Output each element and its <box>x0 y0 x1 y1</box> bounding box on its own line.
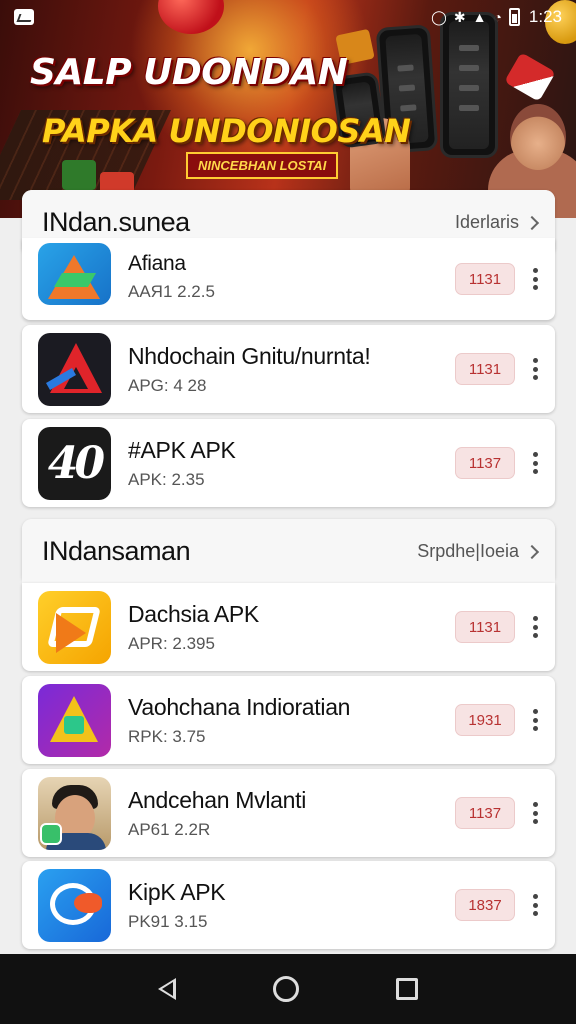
status-time: 1:23 <box>528 7 562 26</box>
app-name: Dachsia APK <box>128 600 259 627</box>
signal-icon: ▲ <box>472 9 487 25</box>
app-meta: APK: 2.35 <box>128 469 205 489</box>
see-more-link[interactable]: Srpdhe|Ioeia <box>417 541 540 562</box>
section-header-2: INdansaman Srpdhe|Ioeia <box>22 519 555 585</box>
app-meta: APG: 4 28 <box>128 375 207 395</box>
bluetooth-icon: ✱ <box>453 9 466 25</box>
chevron-right-icon <box>524 215 540 230</box>
version-badge[interactable]: 1137 <box>455 447 515 479</box>
black-40-app-icon: 40 <box>38 426 111 500</box>
blue-arrow-app-icon <box>38 243 111 305</box>
more-options-icon[interactable] <box>529 264 541 294</box>
version-badge[interactable]: 1131 <box>455 353 515 385</box>
more-options-icon[interactable] <box>529 705 541 735</box>
version-badge[interactable]: 1137 <box>455 797 515 829</box>
more-options-icon[interactable] <box>529 612 541 642</box>
see-more-label: Iderlaris <box>454 212 519 232</box>
santa-hat-decoration <box>504 52 556 102</box>
app-name: Vaohchana Indioratian <box>128 693 351 720</box>
system-nav-bar <box>0 954 576 1024</box>
yellow-app-icon <box>38 590 111 664</box>
more-options-icon[interactable] <box>529 798 541 828</box>
more-options-icon[interactable] <box>529 890 541 920</box>
wifi-icon: ◔ <box>493 9 502 25</box>
banner-subtitle: NINCEBHAN LOSTAI <box>186 152 339 179</box>
app-name: Nhdochain Gnitu/nurnta! <box>128 342 371 369</box>
banner-headline: SALP UDONDAN <box>30 52 348 93</box>
app-name: Afiana <box>128 252 186 275</box>
black-a-app-icon <box>38 332 111 406</box>
app-meta: RPK: 3.75 <box>128 726 206 746</box>
app-meta: AAЯ1 2.2.5 <box>128 282 215 301</box>
app-meta: APR: 2.395 <box>128 633 215 653</box>
status-bar: ◯ ✱ ▲ ◔ 1:23 <box>0 0 576 34</box>
app-list-item[interactable]: Nhdochain Gnitu/nurnta! APG: 4 28 1131 <box>22 325 555 413</box>
app-name: #APK APK <box>128 436 236 463</box>
person-head-illustration <box>510 104 566 170</box>
app-list-item[interactable]: Dachsia APK APR: 2.395 1131 <box>22 583 555 671</box>
section-title: INdan.sunea <box>42 207 190 237</box>
recent-apps-icon[interactable] <box>395 978 418 1000</box>
app-meta: AP61 2.2R <box>128 819 211 839</box>
app-name: KipK APK <box>128 878 226 905</box>
back-icon[interactable] <box>158 978 177 1000</box>
face-app-icon <box>38 776 111 850</box>
version-badge[interactable]: 1131 <box>455 263 515 295</box>
notification-icon <box>14 9 34 25</box>
app-list-item[interactable]: 40 #APK APK APK: 2.35 1137 <box>22 419 555 507</box>
alarm-icon: ◯ <box>431 9 447 25</box>
section-title: INdansaman <box>42 536 191 566</box>
version-badge[interactable]: 1131 <box>455 611 515 643</box>
app-meta: PK91 3.15 <box>128 911 208 931</box>
more-options-icon[interactable] <box>529 354 541 384</box>
version-badge[interactable]: 1837 <box>455 889 515 921</box>
see-more-link[interactable]: Iderlaris <box>454 212 540 233</box>
app-list-item[interactable]: KipK APK PK91 3.15 1837 <box>22 861 555 949</box>
green-box-decoration <box>62 160 96 190</box>
app-name: Andcehan Mvlanti <box>128 786 307 813</box>
app-list-item[interactable]: Afiana AAЯ1 2.2.5 1131 <box>22 238 555 320</box>
app-list-item[interactable]: Vaohchana Indioratian RPK: 3.75 1931 <box>22 676 555 764</box>
banner-headline-secondary: PAPKA UNDONIOSAN <box>42 112 411 150</box>
battery-icon <box>508 8 520 26</box>
home-icon[interactable] <box>272 976 299 1002</box>
version-badge[interactable]: 1931 <box>455 704 515 736</box>
see-more-label: Srpdhe|Ioeia <box>417 541 519 561</box>
app-list-item[interactable]: Andcehan Mvlanti AP61 2.2R 1137 <box>22 769 555 857</box>
more-options-icon[interactable] <box>529 448 541 478</box>
blue-bubble-app-icon <box>38 868 111 942</box>
purple-app-icon <box>38 683 111 757</box>
chevron-right-icon <box>524 544 540 559</box>
